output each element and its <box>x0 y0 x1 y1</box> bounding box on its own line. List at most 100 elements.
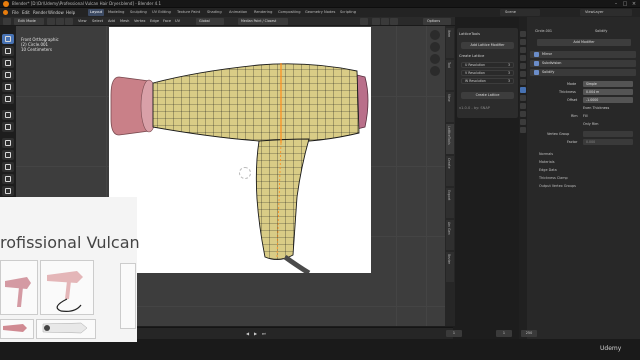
extrude-icon[interactable] <box>2 150 14 160</box>
thumbnail-partial[interactable] <box>120 263 136 329</box>
mode-selector[interactable]: Edit Mode <box>14 18 44 25</box>
mode-select[interactable]: Simple <box>583 81 633 87</box>
blender-menu-icon[interactable] <box>3 10 8 15</box>
tab-texture-paint[interactable]: Texture Paint <box>175 9 202 16</box>
snapping-selector[interactable]: Median Point / Closest <box>238 18 288 25</box>
scene-selector[interactable]: Scene <box>500 9 540 16</box>
add-cube-icon[interactable] <box>2 138 14 148</box>
thumbnail-white-dryer[interactable] <box>36 319 96 339</box>
jump-end-icon[interactable]: ⏭ <box>262 331 266 336</box>
ntab-create[interactable]: Create <box>446 156 454 186</box>
physics-props-icon[interactable] <box>520 103 526 109</box>
zoom-icon[interactable] <box>430 30 440 40</box>
menu-mesh[interactable]: Mesh <box>120 18 129 25</box>
tab-uv-editing[interactable]: UV Editing <box>150 9 173 16</box>
subpanel-output-vertex-groups[interactable]: Output Vertex Groups <box>539 183 576 189</box>
material-props-icon[interactable] <box>520 127 526 133</box>
play-icon[interactable]: ▶ <box>254 331 257 336</box>
start-frame-field[interactable]: 1 <box>496 330 512 337</box>
view-layer-selector[interactable]: ViewLayer <box>580 9 632 16</box>
ntab-view[interactable]: View <box>446 92 454 122</box>
menu-window[interactable]: Window <box>48 9 64 16</box>
output-props-icon[interactable] <box>520 47 526 53</box>
inset-icon[interactable] <box>2 162 14 172</box>
modifier-mirror[interactable]: Mirror <box>530 51 636 58</box>
thumbnail-dryer-with-cable[interactable] <box>40 260 94 315</box>
ntab-tool[interactable]: Tool <box>446 60 454 90</box>
tab-sculpting[interactable]: Sculpting <box>128 9 149 16</box>
camera-view-icon[interactable] <box>430 54 440 64</box>
shading-rendered-icon[interactable] <box>390 18 398 25</box>
ntab-lattice-tools[interactable]: LatticeTools <box>446 124 454 154</box>
create-lattice-header[interactable]: Create Lattice <box>459 54 484 58</box>
play-reverse-icon[interactable]: ◀ <box>246 331 249 336</box>
tab-layout[interactable]: Layout <box>88 9 105 16</box>
ntab-arc-gen[interactable]: Arc Gen <box>446 220 454 250</box>
view-layer-props-icon[interactable] <box>520 55 526 61</box>
shading-solid-icon[interactable] <box>372 18 380 25</box>
thumbnail-rose-dryer-2[interactable] <box>0 319 34 339</box>
modifier-props-icon[interactable] <box>520 87 526 93</box>
tab-animation[interactable]: Animation <box>227 9 249 16</box>
scale-icon[interactable] <box>2 82 14 92</box>
menu-select[interactable]: Select <box>92 18 103 25</box>
loop-cut-icon[interactable] <box>2 186 14 196</box>
render-props-icon[interactable] <box>520 39 526 45</box>
modifier-subdivision[interactable]: Subdivision <box>530 60 636 67</box>
maximize-icon[interactable]: □ <box>621 1 629 7</box>
object-props-icon[interactable] <box>520 79 526 85</box>
factor-field[interactable]: 0.000 <box>583 139 633 145</box>
vertex-select-icon[interactable] <box>47 18 55 25</box>
add-lattice-modifier-button[interactable]: Add Lattice Modifier <box>461 42 514 49</box>
v-resolution-field[interactable]: V Resolution 3 <box>461 70 514 76</box>
pan-icon[interactable] <box>430 42 440 52</box>
menu-uv[interactable]: UV <box>175 18 180 25</box>
annotate-icon[interactable] <box>2 110 14 120</box>
tab-compositing[interactable]: Compositing <box>276 9 303 16</box>
transform-icon[interactable] <box>2 94 14 104</box>
3d-cursor-icon[interactable] <box>239 167 251 179</box>
select-box-icon[interactable] <box>2 34 14 44</box>
hair-dryer-mesh[interactable] <box>109 27 371 276</box>
offset-field[interactable]: -1.0000 <box>583 97 633 103</box>
tab-scripting[interactable]: Scripting <box>338 9 358 16</box>
w-resolution-field[interactable]: W Resolution 3 <box>461 78 514 84</box>
bevel-icon[interactable] <box>2 174 14 184</box>
face-select-icon[interactable] <box>65 18 73 25</box>
measure-icon[interactable] <box>2 122 14 132</box>
u-resolution-field[interactable]: U Resolution 3 <box>461 62 514 68</box>
close-icon[interactable]: × <box>630 1 638 7</box>
subpanel-materials[interactable]: Materials <box>539 159 555 165</box>
ortho-toggle-icon[interactable] <box>430 66 440 76</box>
shading-material-icon[interactable] <box>381 18 389 25</box>
menu-add[interactable]: Add <box>108 18 115 25</box>
subpanel-thickness-clamp[interactable]: Thickness Clamp <box>539 175 568 181</box>
thickness-field[interactable]: 0.004 m <box>583 89 633 95</box>
move-icon[interactable] <box>2 58 14 68</box>
menu-view[interactable]: View <box>78 18 87 25</box>
constraints-props-icon[interactable] <box>520 111 526 117</box>
tab-shading[interactable]: Shading <box>205 9 224 16</box>
create-lattice-button[interactable]: Create Lattice <box>461 92 514 99</box>
editor-type-icon[interactable] <box>3 18 11 25</box>
thumbnail-rose-dryer[interactable] <box>0 260 38 315</box>
menu-help[interactable]: Help <box>66 9 75 16</box>
tab-rendering[interactable]: Rendering <box>252 9 274 16</box>
modifier-tab-name[interactable]: Solidify <box>595 28 607 34</box>
end-frame-field[interactable]: 250 <box>521 330 537 337</box>
ntab-export[interactable]: Export <box>446 188 454 218</box>
ntab-item[interactable]: Item <box>446 28 454 58</box>
vertex-group-field[interactable] <box>583 131 633 137</box>
scene-props-icon[interactable] <box>520 63 526 69</box>
add-modifier-button[interactable]: Add Modifier <box>537 39 631 46</box>
data-props-icon[interactable] <box>520 119 526 125</box>
only-rim-checkbox[interactable]: Only Rim <box>583 121 598 127</box>
edge-select-icon[interactable] <box>56 18 64 25</box>
subpanel-normals[interactable]: Normals <box>539 151 553 157</box>
world-props-icon[interactable] <box>520 71 526 77</box>
menu-file[interactable]: File <box>12 9 19 16</box>
menu-render[interactable]: Render <box>33 9 47 16</box>
menu-face[interactable]: Face <box>163 18 171 25</box>
menu-edit[interactable]: Edit <box>22 9 30 16</box>
rim-fill-checkbox[interactable]: Fill <box>583 113 588 119</box>
